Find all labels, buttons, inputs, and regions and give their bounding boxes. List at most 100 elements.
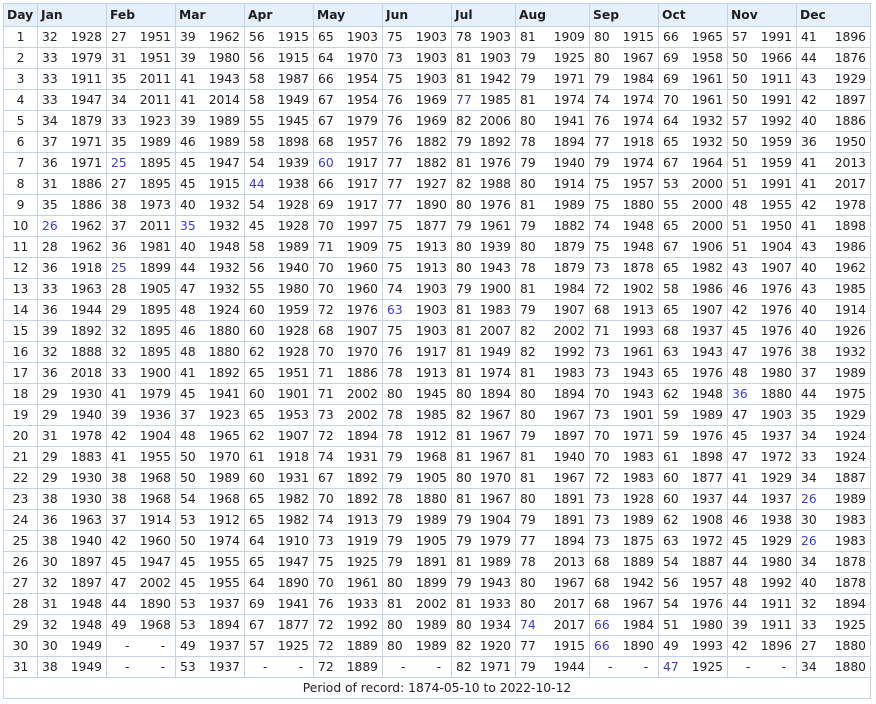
record-cell: 79 1944 — [515, 656, 590, 678]
record-value: 38 — [42, 492, 58, 506]
day-number: 26 — [3, 551, 38, 573]
record-cell: 81 1909 — [515, 26, 590, 48]
record-cell: 35 1929 — [796, 404, 871, 426]
record-year: 1930 — [70, 471, 102, 485]
record-cell: 79 1940 — [515, 152, 590, 174]
record-year: 1959 — [277, 303, 309, 317]
record-cell: 75 1925 — [313, 551, 383, 573]
record-year: 1943 — [622, 387, 654, 401]
record-value: 55 — [249, 282, 265, 296]
day-number: 6 — [3, 131, 38, 153]
record-value: 79 — [456, 513, 472, 527]
record-value: 71 — [318, 387, 334, 401]
record-cell: 70 1970 — [313, 341, 383, 363]
day-number: 21 — [3, 446, 38, 468]
record-value: 68 — [663, 324, 679, 338]
record-cell: 47 1972 — [727, 446, 797, 468]
record-cell: 45 1937 — [727, 425, 797, 447]
record-value: 67 — [249, 618, 265, 632]
record-cell: 42 1960 — [106, 530, 176, 552]
record-year: 1963 — [70, 513, 102, 527]
record-cell: 38 1968 — [106, 467, 176, 489]
record-year: 1878 — [834, 576, 866, 590]
record-cell: 57 1925 — [244, 635, 314, 657]
day-number: 1 — [3, 26, 38, 48]
record-cell: 80 1915 — [589, 26, 659, 48]
record-cell: 75 1957 — [589, 173, 659, 195]
record-value: 60 — [249, 303, 265, 317]
record-value: 70 — [318, 492, 334, 506]
table-row: 15 39 1892 32 1895 46 1880 60 1928 68 1907 75 1903 81… — [3, 320, 871, 342]
record-value: 41 — [801, 30, 817, 44]
record-value: 79 — [456, 219, 472, 233]
record-cell: 73 1943 — [589, 362, 659, 384]
record-cell: 81 1940 — [515, 446, 590, 468]
record-value: 60 — [249, 387, 265, 401]
record-value: 53 — [663, 177, 679, 191]
record-year: 1879 — [553, 261, 585, 275]
record-cell: 82 1920 — [451, 635, 516, 657]
record-cell: 80 1894 — [515, 383, 590, 405]
record-value: 74 — [318, 450, 334, 464]
record-cell: 75 1903 — [382, 320, 452, 342]
record-year: 1932 — [691, 135, 723, 149]
record-year: 1985 — [415, 408, 447, 422]
record-year: 2013 — [553, 555, 585, 569]
record-cell: 76 1969 — [382, 89, 452, 111]
record-value: 42 — [801, 198, 817, 212]
record-value: 44 — [180, 261, 196, 275]
column-header-aug: Aug — [515, 3, 590, 27]
record-value: 43 — [732, 261, 748, 275]
record-year: 2002 — [346, 387, 378, 401]
record-value: 36 — [801, 135, 817, 149]
record-value: 35 — [801, 408, 817, 422]
record-value: 70 — [594, 450, 610, 464]
column-header-nov: Nov — [727, 3, 797, 27]
record-value: 80 — [456, 471, 472, 485]
record-value: 70 — [318, 345, 334, 359]
record-cell: 82 1971 — [451, 656, 516, 678]
record-year: 1991 — [760, 177, 792, 191]
record-value: 82 — [456, 639, 472, 653]
day-number: 31 — [3, 656, 38, 678]
record-year: 1989 — [834, 492, 866, 506]
day-number: 5 — [3, 110, 38, 132]
record-year: 1919 — [346, 534, 378, 548]
record-value: 32 — [42, 576, 58, 590]
record-year: 1892 — [208, 366, 240, 380]
record-year: 1943 — [479, 576, 511, 590]
record-value: 60 — [663, 471, 679, 485]
record-value: 42 — [111, 429, 127, 443]
record-cell: 82 1992 — [515, 341, 590, 363]
record-cell: 40 1914 — [796, 299, 871, 321]
record-cell: 75 1877 — [382, 215, 452, 237]
record-cell: 62 1948 — [658, 383, 728, 405]
record-value: 41 — [801, 219, 817, 233]
record-value: 68 — [594, 597, 610, 611]
record-cell: 77 1985 — [451, 89, 516, 111]
record-value: 39 — [180, 114, 196, 128]
record-year: 1877 — [415, 219, 447, 233]
record-cell: 47 2002 — [106, 572, 176, 594]
record-cell: 51 1959 — [727, 152, 797, 174]
record-cell: 79 1961 — [451, 215, 516, 237]
period-of-record: Period of record: 1874-05-10 to 2022-10-… — [3, 677, 871, 699]
record-cell: 55 1980 — [244, 278, 314, 300]
record-year: 1889 — [346, 639, 378, 653]
record-value: 42 — [111, 534, 127, 548]
record-year: 1989 — [415, 639, 447, 653]
record-cell: 72 1894 — [313, 425, 383, 447]
record-cell: 43 1985 — [796, 278, 871, 300]
record-year: 1958 — [691, 51, 723, 65]
record-cell: 79 1905 — [382, 467, 452, 489]
record-cell: -- — [727, 656, 797, 678]
record-year: 1939 — [479, 240, 511, 254]
record-year: 1914 — [139, 513, 171, 527]
record-year: 1937 — [691, 324, 723, 338]
record-year: 1992 — [760, 576, 792, 590]
record-cell: 77 1915 — [515, 635, 590, 657]
record-year: 1980 — [760, 366, 792, 380]
record-value: 30 — [42, 639, 58, 653]
record-value: 35 — [111, 72, 127, 86]
record-cell: 31 1886 — [37, 173, 107, 195]
